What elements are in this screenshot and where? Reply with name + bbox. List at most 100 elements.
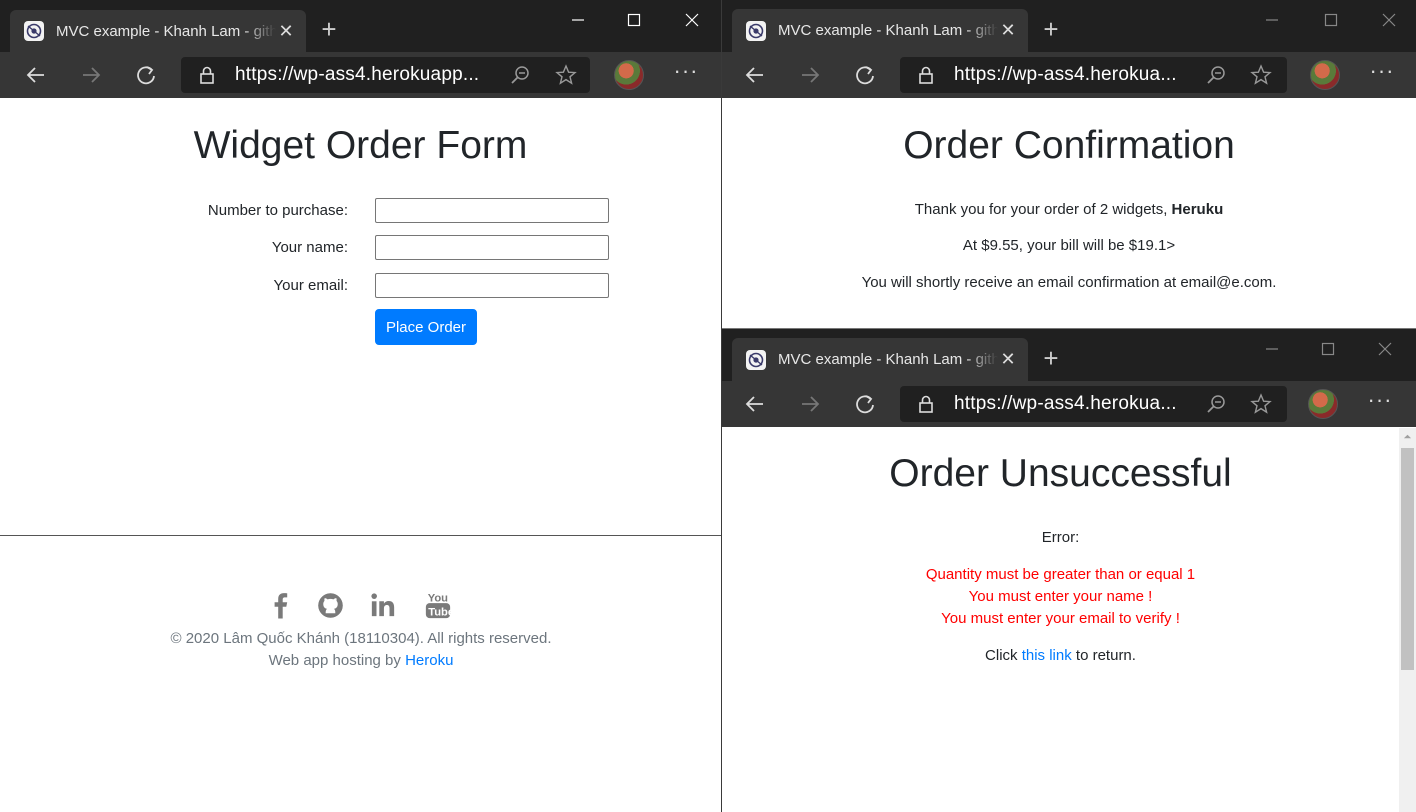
lock-icon: [919, 395, 933, 413]
name-label: Your name:: [271, 239, 348, 256]
maximize-icon[interactable]: [1313, 6, 1349, 34]
favorite-star-icon[interactable]: [1250, 393, 1272, 415]
new-tab-icon[interactable]: +: [1038, 14, 1064, 44]
title-bar: MVC example - Khanh Lam - github ✕ +: [722, 329, 1416, 381]
back-icon[interactable]: [20, 60, 52, 90]
quantity-row: Number to purchase:: [0, 198, 721, 224]
url-text: https://wp-ass4.herokuapp...: [235, 64, 480, 85]
forward-icon[interactable]: [794, 60, 826, 90]
tab-title: MVC example - Khanh Lam - github: [56, 22, 276, 40]
close-window-icon[interactable]: [1371, 6, 1407, 34]
error-label: Error:: [1041, 529, 1080, 546]
close-tab-icon[interactable]: ✕: [998, 20, 1018, 40]
close-tab-icon[interactable]: ✕: [998, 349, 1018, 369]
more-menu-icon[interactable]: ···: [1364, 389, 1396, 419]
minimize-icon[interactable]: [560, 6, 596, 34]
site-favicon-icon: [746, 20, 766, 41]
svg-text:Tube: Tube: [428, 606, 452, 618]
return-suffix: to return.: [1071, 647, 1136, 664]
svg-text:You: You: [428, 592, 448, 604]
page-content: Order Unsuccessful Error: Quantity must …: [722, 428, 1416, 812]
quantity-input[interactable]: [375, 198, 609, 223]
favorite-star-icon[interactable]: [555, 64, 577, 86]
email-row: Your email:: [0, 273, 721, 299]
more-menu-icon[interactable]: ···: [1366, 60, 1398, 90]
url-text: https://wp-ass4.herokua...: [954, 64, 1177, 85]
facebook-icon[interactable]: [265, 589, 295, 621]
title-bar: MVC example - Khanh Lam - github ✕ +: [0, 0, 721, 52]
return-text: Click this link to return.: [722, 647, 1399, 664]
maximize-icon[interactable]: [616, 6, 652, 34]
lock-icon: [200, 66, 214, 84]
forward-icon[interactable]: [75, 60, 107, 90]
email-input[interactable]: [375, 273, 609, 298]
quantity-label: Number to purchase:: [207, 202, 348, 219]
forward-icon[interactable]: [794, 389, 826, 419]
favorite-star-icon[interactable]: [1250, 64, 1272, 86]
linkedin-icon[interactable]: [368, 589, 398, 621]
page-content: Order Confirmation Thank you for your or…: [722, 98, 1416, 328]
customer-name: Heruku: [1171, 201, 1224, 218]
place-order-button[interactable]: Place Order: [375, 309, 477, 345]
profile-avatar[interactable]: [614, 60, 644, 90]
zoom-icon[interactable]: [1206, 65, 1226, 85]
browser-window-order-unsuccessful: MVC example - Khanh Lam - github ✕ + htt…: [722, 328, 1416, 812]
browser-window-order-form: MVC example - Khanh Lam - github ✕ + htt…: [0, 0, 722, 812]
thank-you-text: Thank you for your order of 2 widgets, H…: [722, 201, 1416, 218]
browser-tab[interactable]: MVC example - Khanh Lam - github ✕: [732, 338, 1028, 381]
browser-toolbar: https://wp-ass4.herokua... ···: [722, 381, 1416, 427]
title-bar: MVC example - Khanh Lam - github ✕ +: [722, 0, 1416, 52]
close-window-icon[interactable]: [674, 6, 710, 34]
page-title: Order Confirmation: [903, 124, 1235, 167]
browser-tab[interactable]: MVC example - Khanh Lam - github ✕: [732, 9, 1028, 52]
profile-avatar[interactable]: [1308, 389, 1338, 419]
error-quantity: Quantity must be greater than or equal 1: [925, 566, 1196, 583]
url-text: https://wp-ass4.herokua...: [954, 393, 1177, 414]
minimize-icon[interactable]: [1254, 335, 1290, 363]
scrollbar-thumb[interactable]: [1401, 448, 1414, 670]
browser-window-order-confirmation: MVC example - Khanh Lam - github ✕ + htt…: [722, 0, 1416, 328]
page-title: Order Unsuccessful: [889, 452, 1232, 495]
github-icon[interactable]: [315, 589, 345, 621]
close-window-icon[interactable]: [1367, 335, 1403, 363]
browser-tab[interactable]: MVC example - Khanh Lam - github ✕: [10, 10, 306, 52]
page-content: Widget Order Form Number to purchase: Yo…: [0, 98, 721, 812]
return-prefix: Click: [985, 647, 1022, 664]
back-icon[interactable]: [739, 389, 771, 419]
new-tab-icon[interactable]: +: [1038, 343, 1064, 373]
return-link[interactable]: this link: [1022, 647, 1072, 664]
new-tab-icon[interactable]: +: [316, 14, 342, 44]
hosting-text: Web app hosting by Heroku: [0, 652, 721, 669]
back-icon[interactable]: [739, 60, 771, 90]
site-favicon-icon: [24, 21, 44, 41]
lock-icon: [919, 66, 933, 84]
error-name: You must enter your name !: [968, 588, 1153, 605]
vertical-scrollbar[interactable]: [1399, 428, 1416, 812]
youtube-icon[interactable]: You Tube: [423, 589, 453, 621]
email-label: Your email:: [273, 277, 349, 294]
footer-divider: [0, 535, 721, 536]
refresh-icon[interactable]: [849, 60, 881, 90]
address-bar[interactable]: https://wp-ass4.herokua...: [900, 386, 1287, 422]
bill-text: At $9.55, your bill will be $19.1>: [962, 237, 1176, 254]
refresh-icon[interactable]: [130, 60, 162, 90]
heroku-link[interactable]: Heroku: [405, 652, 453, 669]
error-email: You must enter your email to verify !: [941, 610, 1180, 627]
more-menu-icon[interactable]: ···: [670, 60, 702, 90]
page-title: Widget Order Form: [193, 124, 528, 167]
close-tab-icon[interactable]: ✕: [276, 21, 296, 41]
hosting-prefix: Web app hosting by: [268, 652, 406, 669]
refresh-icon[interactable]: [849, 389, 881, 419]
copyright-text: © 2020 Lâm Quốc Khánh (18110304). All ri…: [170, 630, 552, 647]
address-bar[interactable]: https://wp-ass4.herokua...: [900, 57, 1287, 93]
email-notice-text: You will shortly receive an email confir…: [861, 274, 1277, 291]
tab-title: MVC example - Khanh Lam - github: [778, 22, 998, 39]
name-input[interactable]: [375, 235, 609, 260]
scroll-up-icon[interactable]: [1399, 428, 1416, 445]
zoom-icon[interactable]: [1206, 394, 1226, 414]
address-bar[interactable]: https://wp-ass4.herokuapp...: [181, 57, 590, 93]
maximize-icon[interactable]: [1310, 335, 1346, 363]
profile-avatar[interactable]: [1310, 60, 1340, 90]
minimize-icon[interactable]: [1254, 6, 1290, 34]
zoom-icon[interactable]: [510, 65, 530, 85]
